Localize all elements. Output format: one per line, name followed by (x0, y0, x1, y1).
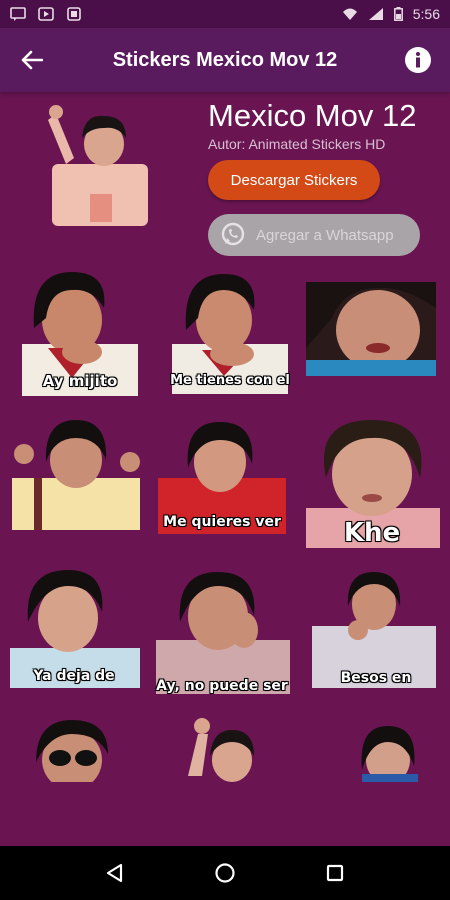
triangle-back-icon (106, 863, 123, 883)
signal-icon (368, 7, 384, 21)
sticker-caption: Ya deja de (33, 668, 115, 684)
circle-home-icon (215, 863, 235, 883)
info-icon (405, 47, 431, 73)
status-right-icons: 5:56 (342, 6, 440, 22)
sticker-sunglasses[interactable] (22, 714, 158, 782)
add-to-whatsapp-label: Agregar a Whatsapp (256, 226, 394, 244)
whatsapp-icon (221, 222, 245, 246)
back-button[interactable] (0, 28, 64, 92)
battery-icon (393, 7, 403, 21)
nav-recents-button[interactable] (315, 853, 355, 893)
sticker-caption: Besos en (340, 670, 412, 686)
sticker-caption: Khe (343, 518, 401, 548)
info-button[interactable] (386, 28, 450, 92)
nav-back-button[interactable] (95, 853, 135, 893)
sticker-blue-shirt[interactable] (322, 720, 432, 782)
pack-author: Autor: Animated Stickers HD (208, 136, 386, 152)
play-icon (38, 7, 54, 21)
sticker-caption: Me tienes con el (170, 373, 290, 388)
sticker-celebrating[interactable] (6, 412, 142, 542)
message-icon (10, 7, 26, 21)
add-to-whatsapp-button[interactable]: Agregar a Whatsapp (208, 214, 420, 256)
download-stickers-button[interactable]: Descargar Stickers (208, 160, 380, 200)
nav-home-button[interactable] (205, 853, 245, 893)
sticker-ay-mijito[interactable]: Ay mijito (12, 268, 148, 398)
sticker-close-up-face[interactable] (304, 268, 440, 398)
pack-name: Mexico Mov 12 (208, 98, 417, 133)
download-stickers-label: Descargar Stickers (230, 171, 358, 189)
sticker-ya-deja-de[interactable]: Ya deja de (6, 566, 142, 696)
app-bar-title: Stickers Mexico Mov 12 (112, 48, 338, 71)
status-left-icons (10, 7, 82, 21)
app-bar: Stickers Mexico Mov 12 (0, 28, 450, 92)
sticker-raised-fist[interactable] (172, 716, 308, 782)
sticker-me-quieres-ver[interactable]: Me quieres ver (154, 412, 290, 542)
pack-header: Mexico Mov 12 Autor: Animated Stickers H… (0, 92, 450, 262)
sticker-ay-no-puede-ser[interactable]: Ay, no puede ser (154, 568, 292, 698)
app-icon (66, 7, 82, 21)
sticker-caption: Ay, no puede ser (156, 678, 288, 694)
arrow-left-icon (21, 50, 43, 70)
sticker-caption: Me quieres ver (163, 514, 281, 530)
square-recents-icon (326, 864, 344, 882)
sticker-caption: Ay mijito (42, 372, 118, 390)
sticker-grid: Ay mijito Me tienes con el Me quieres ve… (0, 262, 450, 782)
sticker-me-tienes-con-el[interactable]: Me tienes con el (162, 268, 298, 398)
sticker-besos-en[interactable]: Besos en (308, 568, 444, 698)
status-time: 5:56 (412, 6, 440, 22)
wifi-icon (342, 7, 358, 21)
sticker-khe[interactable]: Khe (304, 418, 440, 548)
pack-tray-image (46, 100, 152, 228)
navigation-bar (0, 846, 450, 900)
status-bar: 5:56 (0, 0, 450, 28)
